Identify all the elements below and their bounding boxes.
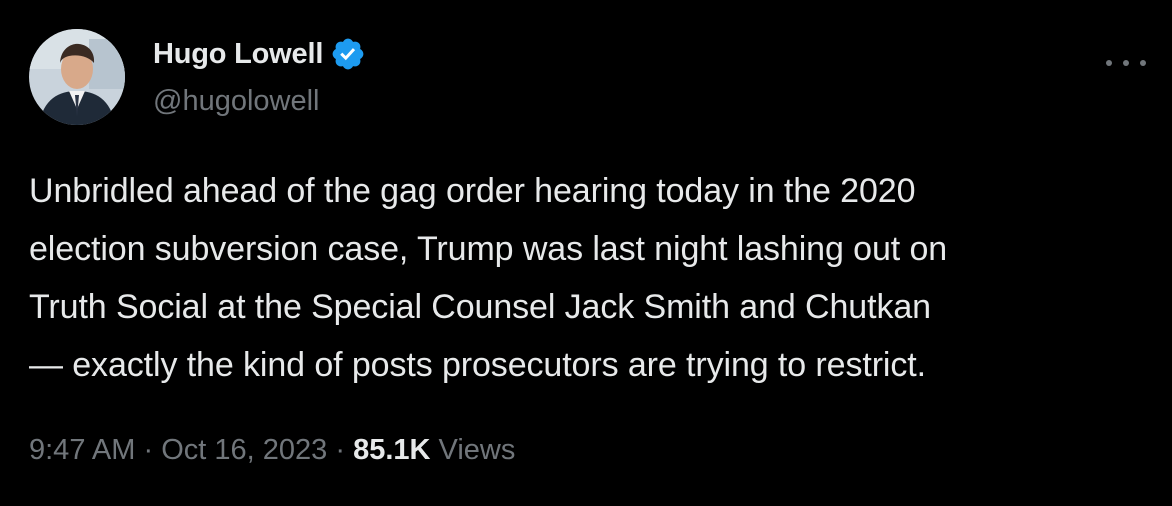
separator: · [335, 434, 345, 466]
more-options-icon[interactable] [1106, 51, 1146, 75]
tweet-time: 9:47 AM [29, 434, 136, 466]
tweet-text-line: Unbridled ahead of the gag order hearing… [29, 172, 916, 210]
views-count: 85.1K [353, 434, 431, 466]
tweet-text-line: Truth Social at the Special Counsel Jack… [29, 288, 931, 326]
tweet-metadata: 9:47 AM · Oct 16, 2023 · 85.1K Views [29, 430, 515, 470]
tweet-text-line: election subversion case, Trump was last… [29, 230, 948, 268]
tweet-card: Hugo Lowell @hugolowell Unbridled ahead … [0, 0, 1172, 506]
verified-badge-icon [330, 36, 366, 72]
author-name-row: Hugo Lowell [153, 36, 366, 72]
author-display-name[interactable]: Hugo Lowell [153, 36, 323, 72]
views-label: Views [438, 434, 516, 466]
tweet-date: Oct 16, 2023 [161, 434, 328, 466]
tweet-text: Unbridled ahead of the gag order hearing… [29, 162, 1149, 394]
tweet-timestamp[interactable]: 9:47 AM · Oct 16, 2023 [29, 434, 327, 466]
avatar-image [29, 29, 125, 125]
author-handle[interactable]: @hugolowell [153, 84, 319, 118]
avatar[interactable] [29, 29, 125, 125]
tweet-text-line: — exactly the kind of posts prosecutors … [29, 346, 926, 384]
separator: · [143, 434, 154, 466]
